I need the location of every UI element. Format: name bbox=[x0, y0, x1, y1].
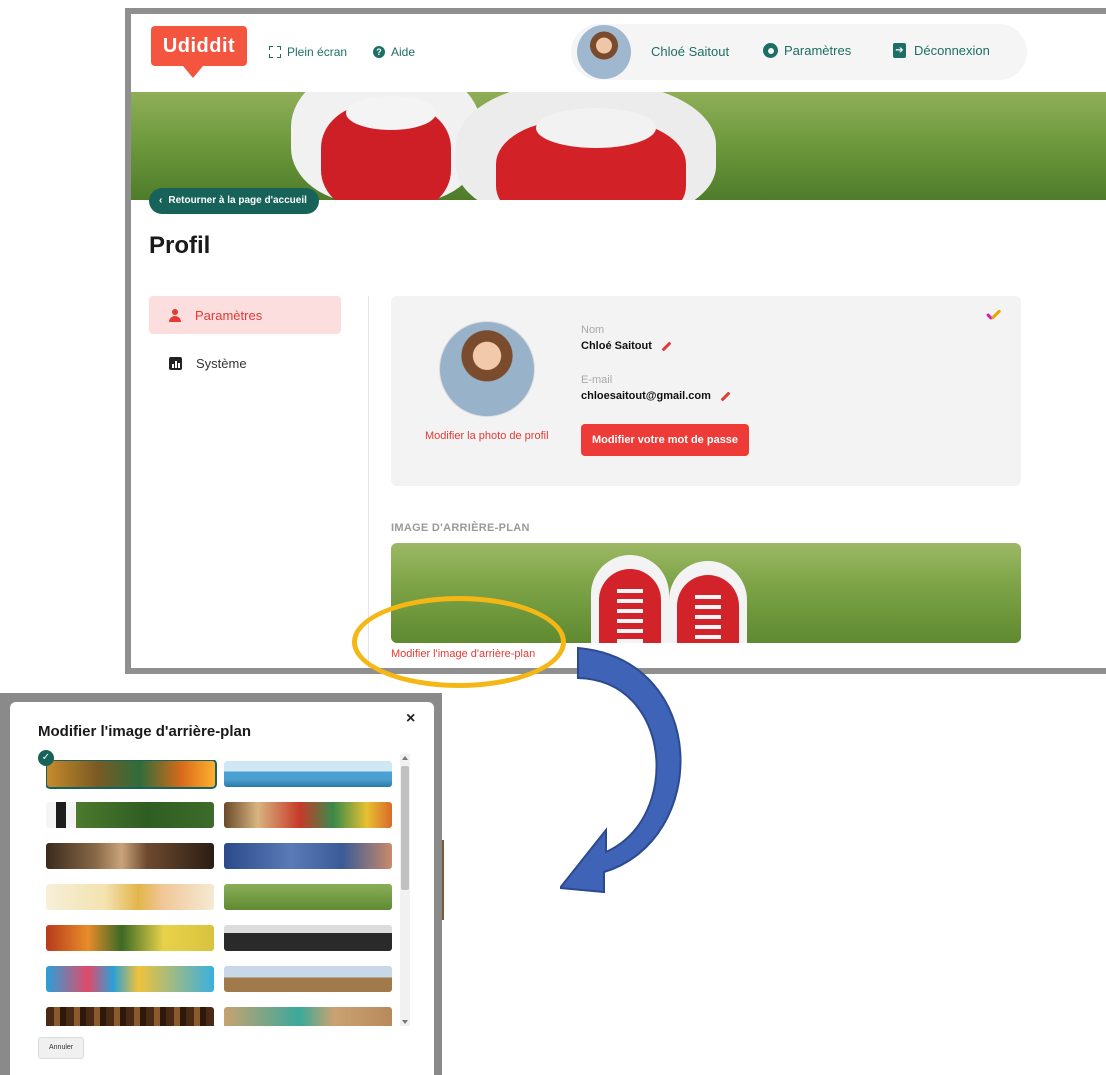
thumbnail-cyclist[interactable] bbox=[224, 966, 392, 992]
page-title: Profil bbox=[149, 232, 211, 259]
annotated-screenshot: Udiddit Plein écran ? Aide Chloé Saitout… bbox=[0, 0, 1106, 1075]
thumbnail-desk-selected[interactable] bbox=[46, 760, 217, 789]
top-navigation-bar: Udiddit Plein écran ? Aide Chloé Saitout… bbox=[131, 14, 1106, 92]
logo-speech-tail bbox=[183, 66, 203, 78]
logout-link[interactable]: ➔ Déconnexion bbox=[893, 43, 990, 58]
chevron-left-icon: ‹ bbox=[159, 195, 163, 206]
profile-photo[interactable] bbox=[439, 321, 535, 417]
logout-label: Déconnexion bbox=[914, 43, 990, 58]
scroll-up-arrow-icon[interactable] bbox=[402, 756, 408, 760]
bar-chart-icon bbox=[169, 356, 182, 370]
selected-check-icon: ✓ bbox=[38, 750, 54, 766]
user-avatar[interactable] bbox=[577, 25, 631, 79]
sidebar-item-systeme[interactable]: Système bbox=[149, 344, 341, 382]
fullscreen-icon bbox=[269, 46, 281, 58]
dialog-scrollbar[interactable] bbox=[400, 754, 410, 1026]
close-icon[interactable]: × bbox=[406, 710, 415, 728]
thumbnail-umbrellas[interactable] bbox=[46, 966, 214, 992]
profile-page-window: Udiddit Plein écran ? Aide Chloé Saitout… bbox=[125, 8, 1106, 674]
background-picker-dialog: Modifier l'image d'arrière-plan × ✓ Annu… bbox=[10, 702, 434, 1075]
header-banner-image bbox=[131, 92, 1106, 200]
background-image-heading: IMAGE D'ARRIÈRE-PLAN bbox=[391, 522, 530, 534]
name-label: Nom bbox=[581, 324, 605, 336]
blue-curved-arrow bbox=[560, 646, 682, 894]
thumbnail-railway[interactable] bbox=[46, 843, 214, 869]
name-value: Chloé Saitout bbox=[581, 340, 652, 352]
thumbnail-travel[interactable] bbox=[224, 1007, 392, 1026]
email-label: E-mail bbox=[581, 374, 613, 386]
edit-name-pencil-icon[interactable] bbox=[662, 342, 671, 351]
sidebar-item-parametres[interactable]: Paramètres bbox=[149, 296, 341, 334]
profile-card: Modifier la photo de profil Nom Chloé Sa… bbox=[391, 296, 1021, 486]
gear-icon bbox=[763, 43, 778, 58]
back-button-label: Retourner à la page d'accueil bbox=[168, 195, 307, 206]
udiddit-logo[interactable]: Udiddit bbox=[151, 26, 247, 66]
fullscreen-label: Plein écran bbox=[287, 45, 348, 59]
thumbnail-coffee-beans[interactable] bbox=[46, 1007, 214, 1026]
change-photo-link[interactable]: Modifier la photo de profil bbox=[425, 430, 549, 442]
name-field: Chloé Saitout bbox=[581, 340, 671, 352]
email-field: chloesaitout@gmail.com bbox=[581, 390, 730, 402]
fullscreen-link[interactable]: Plein écran bbox=[269, 45, 347, 59]
help-label: Aide bbox=[391, 45, 416, 59]
sidebar-item-label: Système bbox=[196, 355, 247, 371]
help-icon: ? bbox=[373, 46, 385, 58]
user-menu-bar: Chloé Saitout Paramètres ➔ Déconnexion bbox=[571, 24, 1027, 80]
dialog-title: Modifier l'image d'arrière-plan bbox=[38, 723, 252, 740]
thumbnail-grass-sneakers[interactable] bbox=[224, 884, 392, 910]
banner-sneaker-right bbox=[456, 92, 716, 200]
thumbnail-paint[interactable] bbox=[224, 802, 392, 828]
edit-email-pencil-icon[interactable] bbox=[721, 392, 730, 401]
thumbnail-colorful[interactable] bbox=[46, 925, 214, 951]
logout-icon: ➔ bbox=[893, 43, 906, 58]
banner-sneaker-left bbox=[291, 92, 481, 200]
change-password-button[interactable]: Modifier votre mot de passe bbox=[581, 424, 749, 456]
background-thumbnail-grid bbox=[46, 760, 392, 1026]
thumbnail-football[interactable] bbox=[46, 802, 214, 828]
user-name[interactable]: Chloé Saitout bbox=[651, 44, 729, 59]
sidebar-item-label: Paramètres bbox=[195, 307, 263, 323]
settings-label: Paramètres bbox=[784, 43, 852, 58]
thumbnail-running-track[interactable] bbox=[224, 843, 392, 869]
back-to-home-button[interactable]: ‹ Retourner à la page d'accueil bbox=[149, 188, 319, 214]
cancel-button[interactable]: Annuler bbox=[38, 1037, 85, 1059]
scroll-down-arrow-icon[interactable] bbox=[402, 1020, 408, 1024]
thumbnail-beach-sunny[interactable] bbox=[46, 884, 214, 910]
verified-check-icon bbox=[985, 310, 1001, 322]
preview-sneaker-right bbox=[669, 561, 747, 643]
yellow-highlight-ellipse bbox=[352, 596, 566, 688]
scrollbar-thumb[interactable] bbox=[401, 766, 409, 890]
person-icon bbox=[169, 308, 181, 322]
thumbnail-sailboat[interactable] bbox=[224, 761, 392, 787]
preview-sneaker-left bbox=[591, 555, 669, 643]
arrow-shape bbox=[560, 646, 682, 894]
settings-link[interactable]: Paramètres bbox=[763, 43, 851, 58]
help-link[interactable]: ? Aide bbox=[373, 45, 415, 59]
thumbnail-concert-crowd[interactable] bbox=[224, 925, 392, 951]
email-value: chloesaitout@gmail.com bbox=[581, 390, 711, 402]
